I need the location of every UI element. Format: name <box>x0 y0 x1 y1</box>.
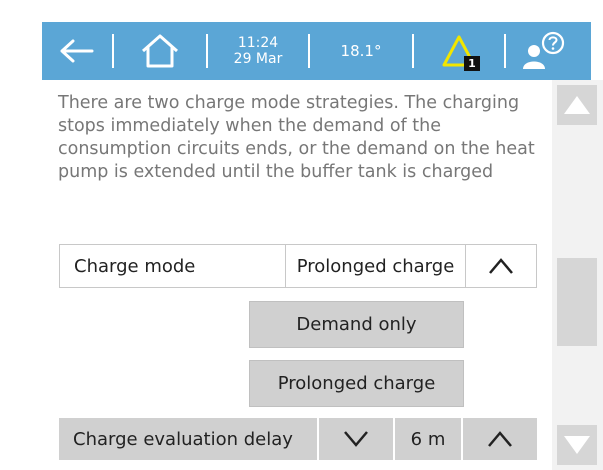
chevron-down-icon <box>344 431 368 447</box>
scroll-thumb[interactable] <box>557 258 597 346</box>
datetime: 11:24 29 Mar <box>208 22 308 80</box>
top-bar: 11:24 29 Mar 18.1° 1 <box>42 22 591 80</box>
delay-decrease-button[interactable] <box>319 418 395 460</box>
date-text: 29 Mar <box>233 51 283 67</box>
option-prolonged-charge[interactable]: Prolonged charge <box>249 360 464 407</box>
delay-increase-button[interactable] <box>463 418 537 460</box>
chevron-up-icon <box>488 431 512 447</box>
screen: 11:24 29 Mar 18.1° 1 There are two charg… <box>0 0 603 470</box>
delay-value: 6 m <box>395 418 463 460</box>
charge-mode-label: Charge mode <box>60 245 286 287</box>
scroll-up-button[interactable] <box>557 85 597 125</box>
back-arrow-icon <box>60 39 94 63</box>
scroll-up-icon <box>564 96 590 114</box>
alarm-button[interactable]: 1 <box>414 22 504 80</box>
charge-mode-description: There are two charge mode strategies. Th… <box>58 93 535 182</box>
option-demand-only[interactable]: Demand only <box>249 301 464 348</box>
alarm-count-badge: 1 <box>464 56 480 71</box>
help-button[interactable] <box>506 22 581 80</box>
settings-content: There are two charge mode strategies. Th… <box>42 80 551 470</box>
charge-mode-collapse-button[interactable] <box>466 245 536 287</box>
back-button[interactable] <box>42 22 112 80</box>
charge-mode-row: Charge mode Prolonged charge <box>59 244 537 288</box>
home-button[interactable] <box>114 22 206 80</box>
charge-evaluation-delay-row: Charge evaluation delay 6 m <box>59 418 537 460</box>
temperature: 18.1° <box>310 22 412 80</box>
chevron-up-icon <box>489 258 513 274</box>
temperature-text: 18.1° <box>340 42 382 60</box>
scrollbar[interactable] <box>552 80 603 470</box>
charge-mode-value[interactable]: Prolonged charge <box>286 245 466 287</box>
charge-evaluation-delay-label: Charge evaluation delay <box>59 418 319 460</box>
scroll-down-icon <box>564 436 590 454</box>
time-text: 11:24 <box>237 35 279 51</box>
home-icon <box>142 34 178 68</box>
user-help-icon <box>522 31 564 69</box>
scroll-down-button[interactable] <box>557 425 597 465</box>
